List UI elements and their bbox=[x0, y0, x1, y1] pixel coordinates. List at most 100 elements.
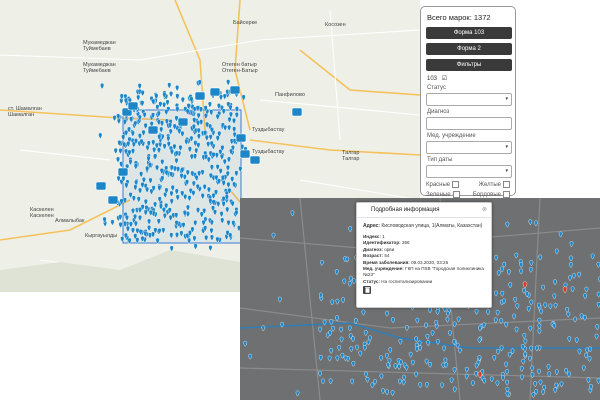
map-pin-icon[interactable] bbox=[574, 337, 579, 344]
map-pin-icon[interactable] bbox=[119, 161, 124, 168]
map-pin-icon[interactable] bbox=[428, 361, 432, 368]
red-filter-checkbox[interactable] bbox=[452, 181, 460, 188]
map-pin-icon[interactable] bbox=[385, 389, 389, 396]
map-pin-icon[interactable] bbox=[568, 275, 572, 282]
map-pin-icon[interactable] bbox=[553, 302, 558, 309]
map-pin-icon[interactable] bbox=[562, 286, 568, 294]
map-pin-icon[interactable] bbox=[538, 254, 543, 261]
cluster-icon[interactable] bbox=[229, 85, 241, 95]
map-pin-icon[interactable] bbox=[514, 252, 519, 259]
map-pin-icon[interactable] bbox=[390, 390, 395, 397]
map-pin-icon[interactable] bbox=[424, 358, 429, 365]
map-pin-icon[interactable] bbox=[514, 326, 519, 333]
map-pin-icon[interactable] bbox=[553, 387, 558, 394]
map-pin-icon[interactable] bbox=[363, 330, 368, 336]
map-pin-icon[interactable] bbox=[411, 359, 415, 366]
map-pin-icon[interactable] bbox=[577, 348, 582, 355]
map-pin-icon[interactable] bbox=[529, 260, 534, 266]
map-pin-icon[interactable] bbox=[504, 361, 508, 368]
map-pin-icon[interactable] bbox=[408, 351, 413, 358]
cluster-icon[interactable] bbox=[235, 133, 247, 143]
map-pin-icon[interactable] bbox=[140, 90, 145, 97]
map-pin-icon[interactable] bbox=[100, 83, 105, 90]
map-pin-icon[interactable] bbox=[318, 354, 323, 361]
map-pin-icon[interactable] bbox=[379, 355, 384, 362]
map-pin-icon[interactable] bbox=[208, 245, 213, 252]
trash-icon[interactable] bbox=[363, 286, 371, 295]
map-pin-icon[interactable] bbox=[594, 333, 599, 340]
map-pin-icon[interactable] bbox=[118, 221, 123, 229]
diagnosis-input[interactable] bbox=[426, 117, 512, 130]
map-pin-icon[interactable] bbox=[414, 371, 418, 378]
map-pin-icon[interactable] bbox=[552, 293, 557, 300]
map-pin-icon[interactable] bbox=[136, 94, 141, 101]
map-pin-icon[interactable] bbox=[452, 367, 457, 373]
form-2-button[interactable]: Форма 2 bbox=[426, 43, 512, 55]
map-pin-icon[interactable] bbox=[507, 269, 511, 276]
filters-button[interactable]: Фильтры bbox=[426, 59, 512, 71]
map-pin-icon[interactable] bbox=[474, 362, 479, 369]
map-pin-icon[interactable] bbox=[445, 316, 450, 323]
map-pin-icon[interactable] bbox=[435, 309, 440, 315]
map-pin-icon[interactable] bbox=[430, 330, 435, 337]
map-pin-icon[interactable] bbox=[492, 355, 497, 361]
map-pin-icon[interactable] bbox=[534, 345, 539, 352]
map-pin-icon[interactable] bbox=[248, 353, 253, 360]
map-pin-icon[interactable] bbox=[588, 346, 593, 353]
map-pin-icon[interactable] bbox=[585, 347, 589, 354]
map-pin-icon[interactable] bbox=[522, 287, 526, 294]
map-pin-icon[interactable] bbox=[405, 325, 409, 332]
map-pin-icon[interactable] bbox=[339, 336, 344, 343]
map-pin-icon[interactable] bbox=[402, 374, 406, 381]
map-pin-icon[interactable] bbox=[528, 219, 533, 226]
map-pin-icon[interactable] bbox=[464, 373, 469, 380]
map-pin-icon[interactable] bbox=[385, 310, 389, 317]
map-pin-icon[interactable] bbox=[569, 255, 573, 262]
map-pin-icon[interactable] bbox=[537, 323, 542, 330]
map-pin-icon[interactable] bbox=[579, 313, 584, 320]
map-pin-icon[interactable] bbox=[290, 210, 295, 217]
map-pin-icon[interactable] bbox=[401, 379, 406, 386]
map-pin-icon[interactable] bbox=[193, 243, 198, 250]
map-pin-icon[interactable] bbox=[569, 262, 573, 268]
map-pin-icon[interactable] bbox=[567, 371, 571, 378]
map-pin-icon[interactable] bbox=[493, 317, 498, 324]
map-pin-icon[interactable] bbox=[347, 325, 352, 332]
map-pin-icon[interactable] bbox=[502, 261, 507, 268]
map-pin-icon[interactable] bbox=[456, 316, 461, 323]
map-pin-icon[interactable] bbox=[340, 352, 345, 359]
map-pin-icon[interactable] bbox=[112, 115, 117, 122]
map-pin-icon[interactable] bbox=[370, 382, 375, 389]
map-pin-icon[interactable] bbox=[538, 379, 543, 386]
map-pin-icon[interactable] bbox=[496, 349, 500, 355]
map-pin-icon[interactable] bbox=[474, 371, 479, 377]
map-pin-icon[interactable] bbox=[342, 278, 347, 285]
map-pin-icon[interactable] bbox=[471, 380, 475, 387]
map-pin-icon[interactable] bbox=[318, 370, 322, 377]
map-pin-icon[interactable] bbox=[595, 324, 600, 331]
map-pin-icon[interactable] bbox=[529, 299, 534, 306]
cluster-icon[interactable] bbox=[239, 149, 251, 159]
map-pin-icon[interactable] bbox=[477, 337, 482, 344]
map-pin-icon[interactable] bbox=[552, 323, 557, 330]
map-pin-icon[interactable] bbox=[553, 279, 557, 286]
map-pin-icon[interactable] bbox=[554, 248, 559, 255]
map-pin-icon[interactable] bbox=[442, 345, 446, 352]
map-pin-icon[interactable] bbox=[319, 260, 324, 266]
map-pin-icon[interactable] bbox=[570, 286, 575, 293]
map-pin-icon[interactable] bbox=[385, 353, 389, 359]
map-pin-icon[interactable] bbox=[444, 362, 448, 369]
map-pin-icon[interactable] bbox=[381, 388, 385, 395]
map-pin-icon[interactable] bbox=[355, 344, 359, 351]
map-pin-icon[interactable] bbox=[504, 321, 509, 328]
map-pin-icon[interactable] bbox=[351, 336, 355, 343]
form-103-button[interactable]: Форма 103 bbox=[426, 27, 512, 39]
map-pin-icon[interactable] bbox=[505, 221, 510, 228]
map-pin-icon[interactable] bbox=[522, 281, 528, 289]
map-pin-icon[interactable] bbox=[348, 226, 353, 233]
map-pin-icon[interactable] bbox=[169, 91, 174, 98]
map-pin-icon[interactable] bbox=[526, 306, 531, 312]
map-pin-icon[interactable] bbox=[528, 325, 533, 332]
map-pin-icon[interactable] bbox=[175, 93, 180, 100]
map-pin-icon[interactable] bbox=[350, 378, 355, 385]
